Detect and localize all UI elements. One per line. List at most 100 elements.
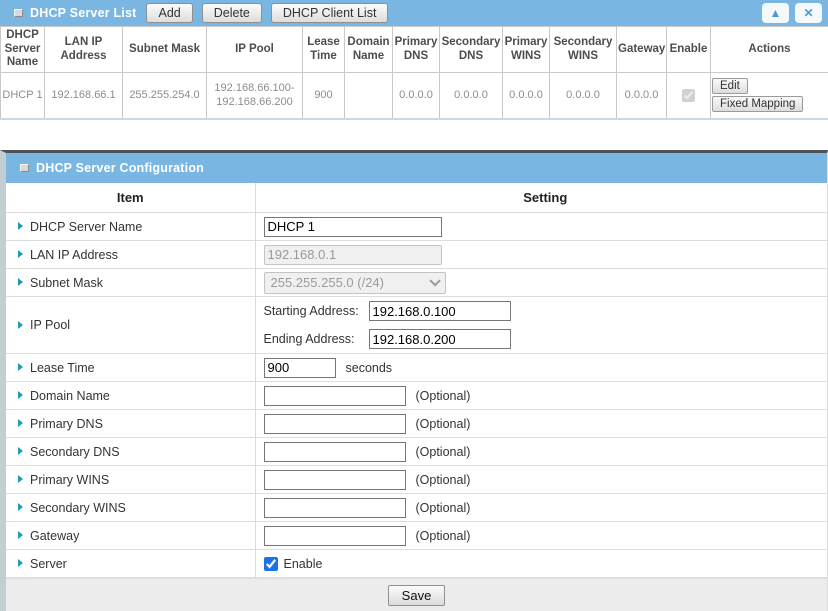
col-header-sec-dns: Secondary DNS: [440, 27, 503, 73]
dhcp-server-configuration-panel: DHCP Server Configuration Item Setting D…: [0, 150, 828, 611]
arrow-bullet-icon: [18, 475, 23, 483]
field-label: IP Pool: [30, 318, 70, 332]
col-header-ip-pool: IP Pool: [207, 27, 303, 73]
secondary-wins-input[interactable]: [264, 498, 406, 518]
config-panel-title: DHCP Server Configuration: [36, 161, 204, 175]
row-primary-dns: Primary DNS (Optional): [6, 410, 827, 438]
add-button[interactable]: Add: [146, 3, 192, 23]
config-panel-header: DHCP Server Configuration: [6, 153, 827, 183]
panel-square-icon: [14, 9, 23, 17]
table-row: DHCP 1 192.168.66.1 255.255.254.0 192.16…: [1, 73, 828, 119]
setting-column-header: Setting: [255, 183, 827, 213]
primary-dns-input[interactable]: [264, 414, 406, 434]
field-label: Lease Time: [30, 361, 95, 375]
dhcp-client-list-button[interactable]: DHCP Client List: [271, 3, 389, 23]
row-subnet-mask: Subnet Mask 255.255.255.0 (/24): [6, 269, 827, 297]
dhcp-server-list-panel: DHCP Server List Add Delete DHCP Client …: [0, 0, 828, 120]
arrow-bullet-icon: [18, 321, 23, 329]
lan-ip-address-input: [264, 245, 442, 265]
row-ip-pool: IP Pool Starting Address: Ending Address…: [6, 297, 827, 354]
arrow-bullet-icon: [18, 391, 23, 399]
optional-label: (Optional): [416, 417, 471, 431]
col-header-lease: Lease Time: [303, 27, 345, 73]
col-header-enable: Enable: [667, 27, 711, 73]
cell-name: DHCP 1: [1, 73, 45, 119]
config-header-row: Item Setting: [6, 183, 827, 213]
cell-pri-wins: 0.0.0.0: [503, 73, 550, 119]
dhcp-server-name-input[interactable]: [264, 217, 442, 237]
optional-label: (Optional): [416, 473, 471, 487]
ending-address-label: Ending Address:: [264, 332, 369, 346]
col-header-pri-dns: Primary DNS: [393, 27, 440, 73]
field-label: LAN IP Address: [30, 248, 118, 262]
panel-square-icon: [20, 164, 29, 172]
secondary-dns-input[interactable]: [264, 442, 406, 462]
field-label: Primary WINS: [30, 473, 109, 487]
cell-ip-pool: 192.168.66.100-192.168.66.200: [207, 73, 303, 119]
col-header-sec-wins: Secondary WINS: [550, 27, 617, 73]
field-label: Secondary WINS: [30, 501, 126, 515]
row-gateway: Gateway (Optional): [6, 522, 827, 550]
cell-enable: [667, 73, 711, 119]
cell-lease: 900: [303, 73, 345, 119]
server-enable-checkbox[interactable]: [264, 557, 278, 571]
arrow-bullet-icon: [18, 531, 23, 539]
arrow-bullet-icon: [18, 222, 23, 230]
row-dhcp-server-name: DHCP Server Name: [6, 213, 827, 241]
gateway-input[interactable]: [264, 526, 406, 546]
subnet-mask-select: 255.255.255.0 (/24): [264, 272, 446, 294]
cell-sec-dns: 0.0.0.0: [440, 73, 503, 119]
edit-button[interactable]: Edit: [712, 78, 748, 94]
field-label: DHCP Server Name: [30, 220, 142, 234]
col-header-lan-ip: LAN IP Address: [45, 27, 123, 73]
field-label: Primary DNS: [30, 417, 103, 431]
row-lease-time: Lease Time seconds: [6, 354, 827, 382]
delete-button[interactable]: Delete: [202, 3, 262, 23]
optional-label: (Optional): [416, 501, 471, 515]
cell-domain: [345, 73, 393, 119]
collapse-icon[interactable]: ▲: [762, 3, 789, 23]
primary-wins-input[interactable]: [264, 470, 406, 490]
item-column-header: Item: [6, 183, 255, 213]
optional-label: (Optional): [416, 445, 471, 459]
cell-sec-wins: 0.0.0.0: [550, 73, 617, 119]
chevron-down-icon: [429, 275, 440, 286]
starting-address-input[interactable]: [369, 301, 511, 321]
list-panel-title: DHCP Server List: [30, 6, 136, 20]
list-panel-header: DHCP Server List Add Delete DHCP Client …: [0, 0, 828, 26]
domain-name-input[interactable]: [264, 386, 406, 406]
col-header-domain: Domain Name: [345, 27, 393, 73]
arrow-bullet-icon: [18, 419, 23, 427]
arrow-bullet-icon: [18, 363, 23, 371]
row-lan-ip-address: LAN IP Address: [6, 241, 827, 269]
subnet-mask-value: 255.255.255.0 (/24): [271, 275, 384, 290]
cell-lan-ip: 192.168.66.1: [45, 73, 123, 119]
row-secondary-wins: Secondary WINS (Optional): [6, 494, 827, 522]
col-header-subnet: Subnet Mask: [123, 27, 207, 73]
cell-pri-dns: 0.0.0.0: [393, 73, 440, 119]
lease-time-input[interactable]: [264, 358, 336, 378]
cell-gateway: 0.0.0.0: [617, 73, 667, 119]
field-label: Server: [30, 557, 67, 571]
row-domain-name: Domain Name (Optional): [6, 382, 827, 410]
optional-label: (Optional): [416, 389, 471, 403]
cell-actions: Edit Fixed Mapping: [711, 73, 828, 119]
col-header-actions: Actions: [711, 27, 828, 73]
field-label: Subnet Mask: [30, 276, 103, 290]
col-header-name: DHCP Server Name: [1, 27, 45, 73]
cell-subnet: 255.255.254.0: [123, 73, 207, 119]
field-label: Domain Name: [30, 389, 110, 403]
list-header-row: DHCP Server Name LAN IP Address Subnet M…: [1, 27, 828, 73]
config-footer: Save: [6, 578, 827, 611]
row-enable-checkbox: [682, 89, 695, 102]
seconds-label: seconds: [346, 361, 393, 375]
dhcp-server-list-table: DHCP Server Name LAN IP Address Subnet M…: [0, 26, 828, 120]
row-server: Server Enable: [6, 550, 827, 578]
ending-address-input[interactable]: [369, 329, 511, 349]
arrow-bullet-icon: [18, 278, 23, 286]
field-label: Gateway: [30, 529, 79, 543]
arrow-bullet-icon: [18, 559, 23, 567]
close-icon[interactable]: ✕: [795, 3, 822, 23]
save-button[interactable]: Save: [388, 585, 446, 606]
fixed-mapping-button[interactable]: Fixed Mapping: [712, 96, 803, 112]
